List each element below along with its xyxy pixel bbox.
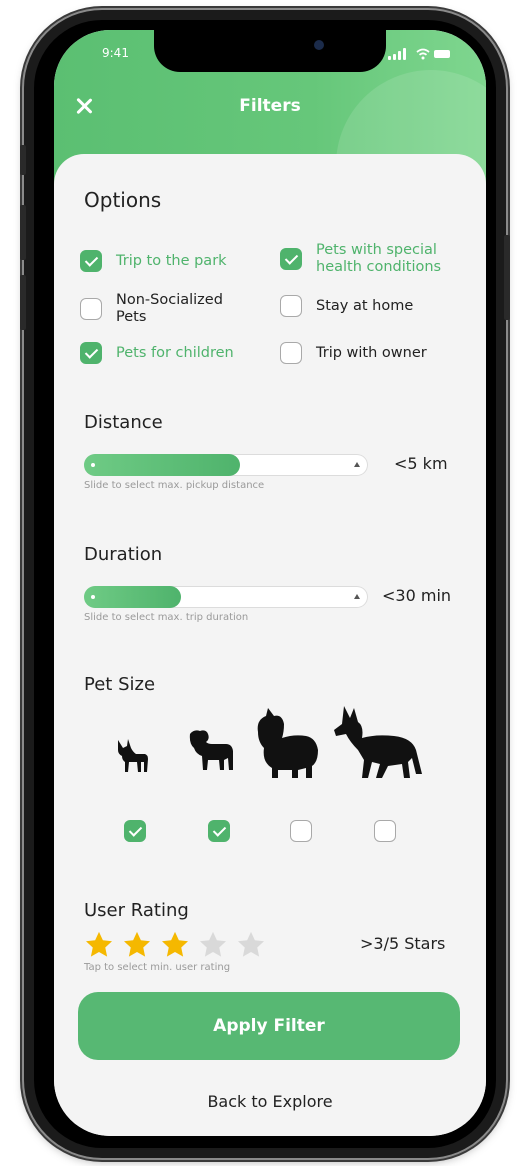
battery-icon	[434, 50, 450, 58]
filters-panel: Options Trip to the park Pets with speci…	[54, 154, 486, 1136]
page-title: Filters	[239, 96, 301, 116]
slider-arrow-icon	[354, 462, 360, 467]
duration-hint: Slide to select max. trip duration	[84, 612, 249, 623]
volume-up-button	[20, 205, 26, 260]
distance-title: Distance	[84, 412, 163, 433]
power-button	[504, 235, 510, 320]
duration-slider-fill	[84, 586, 181, 608]
notch	[154, 30, 386, 72]
option-label: Trip with owner	[316, 344, 427, 361]
star-filled-icon[interactable]	[122, 930, 152, 960]
checkbox[interactable]	[280, 342, 302, 364]
checkbox[interactable]	[80, 342, 102, 364]
option-trip-to-park[interactable]: Trip to the park	[80, 250, 227, 272]
user-rating-title: User Rating	[84, 900, 189, 921]
pet-size-title: Pet Size	[84, 674, 156, 695]
chihuahua-icon	[114, 736, 150, 776]
duration-title: Duration	[84, 544, 163, 565]
slider-handle-dot	[91, 463, 95, 467]
distance-hint: Slide to select max. pickup distance	[84, 480, 265, 491]
app-screen: 9:41 Filters Options Trip to the park Pe…	[54, 30, 486, 1136]
checkbox[interactable]	[80, 250, 102, 272]
apply-filter-button[interactable]: Apply Filter	[78, 992, 460, 1060]
collie-icon	[254, 706, 320, 780]
star-filled-icon[interactable]	[84, 930, 114, 960]
option-trip-with-owner[interactable]: Trip with owner	[280, 342, 427, 364]
options-title: Options	[84, 188, 162, 212]
checkbox[interactable]	[280, 295, 302, 317]
duration-value: <30 min	[382, 586, 452, 605]
distance-slider[interactable]	[84, 454, 368, 476]
german-shepherd-icon	[332, 704, 424, 780]
option-label: Non-Socialized Pets	[116, 292, 223, 325]
star-filled-icon[interactable]	[160, 930, 190, 960]
option-label: Pets with special health conditions	[316, 242, 442, 275]
star-empty-icon[interactable]	[198, 930, 228, 960]
option-label: Stay at home	[316, 297, 414, 314]
checkbox[interactable]	[280, 248, 302, 270]
status-time: 9:41	[102, 46, 129, 60]
rating-value: >3/5 Stars	[360, 934, 446, 953]
star-empty-icon[interactable]	[236, 930, 266, 960]
volume-down-button	[20, 275, 26, 330]
camera-icon	[314, 40, 324, 50]
checkbox[interactable]	[80, 298, 102, 320]
option-label: Pets for children	[116, 344, 234, 361]
distance-slider-fill	[84, 454, 241, 476]
option-non-socialized[interactable]: Non-Socialized Pets	[80, 292, 246, 326]
wifi-icon	[416, 48, 430, 60]
mute-switch	[20, 145, 26, 175]
option-stay-at-home[interactable]: Stay at home	[280, 295, 413, 317]
status-icons	[388, 48, 450, 60]
duration-slider[interactable]	[84, 586, 368, 608]
option-label: Trip to the park	[116, 252, 227, 269]
size-checkbox[interactable]	[124, 820, 146, 842]
size-checkbox[interactable]	[208, 820, 230, 842]
size-checkbox[interactable]	[290, 820, 312, 842]
rating-hint: Tap to select min. user rating	[84, 962, 231, 973]
slider-arrow-icon	[354, 594, 360, 599]
slider-handle-dot	[91, 595, 95, 599]
distance-value: <5 km	[394, 454, 448, 473]
option-special-health[interactable]: Pets with special health conditions	[280, 242, 466, 276]
size-checkbox[interactable]	[374, 820, 396, 842]
option-pets-for-children[interactable]: Pets for children	[80, 342, 234, 364]
back-to-explore-link[interactable]: Back to Explore	[54, 1092, 486, 1111]
pug-icon	[186, 726, 236, 776]
